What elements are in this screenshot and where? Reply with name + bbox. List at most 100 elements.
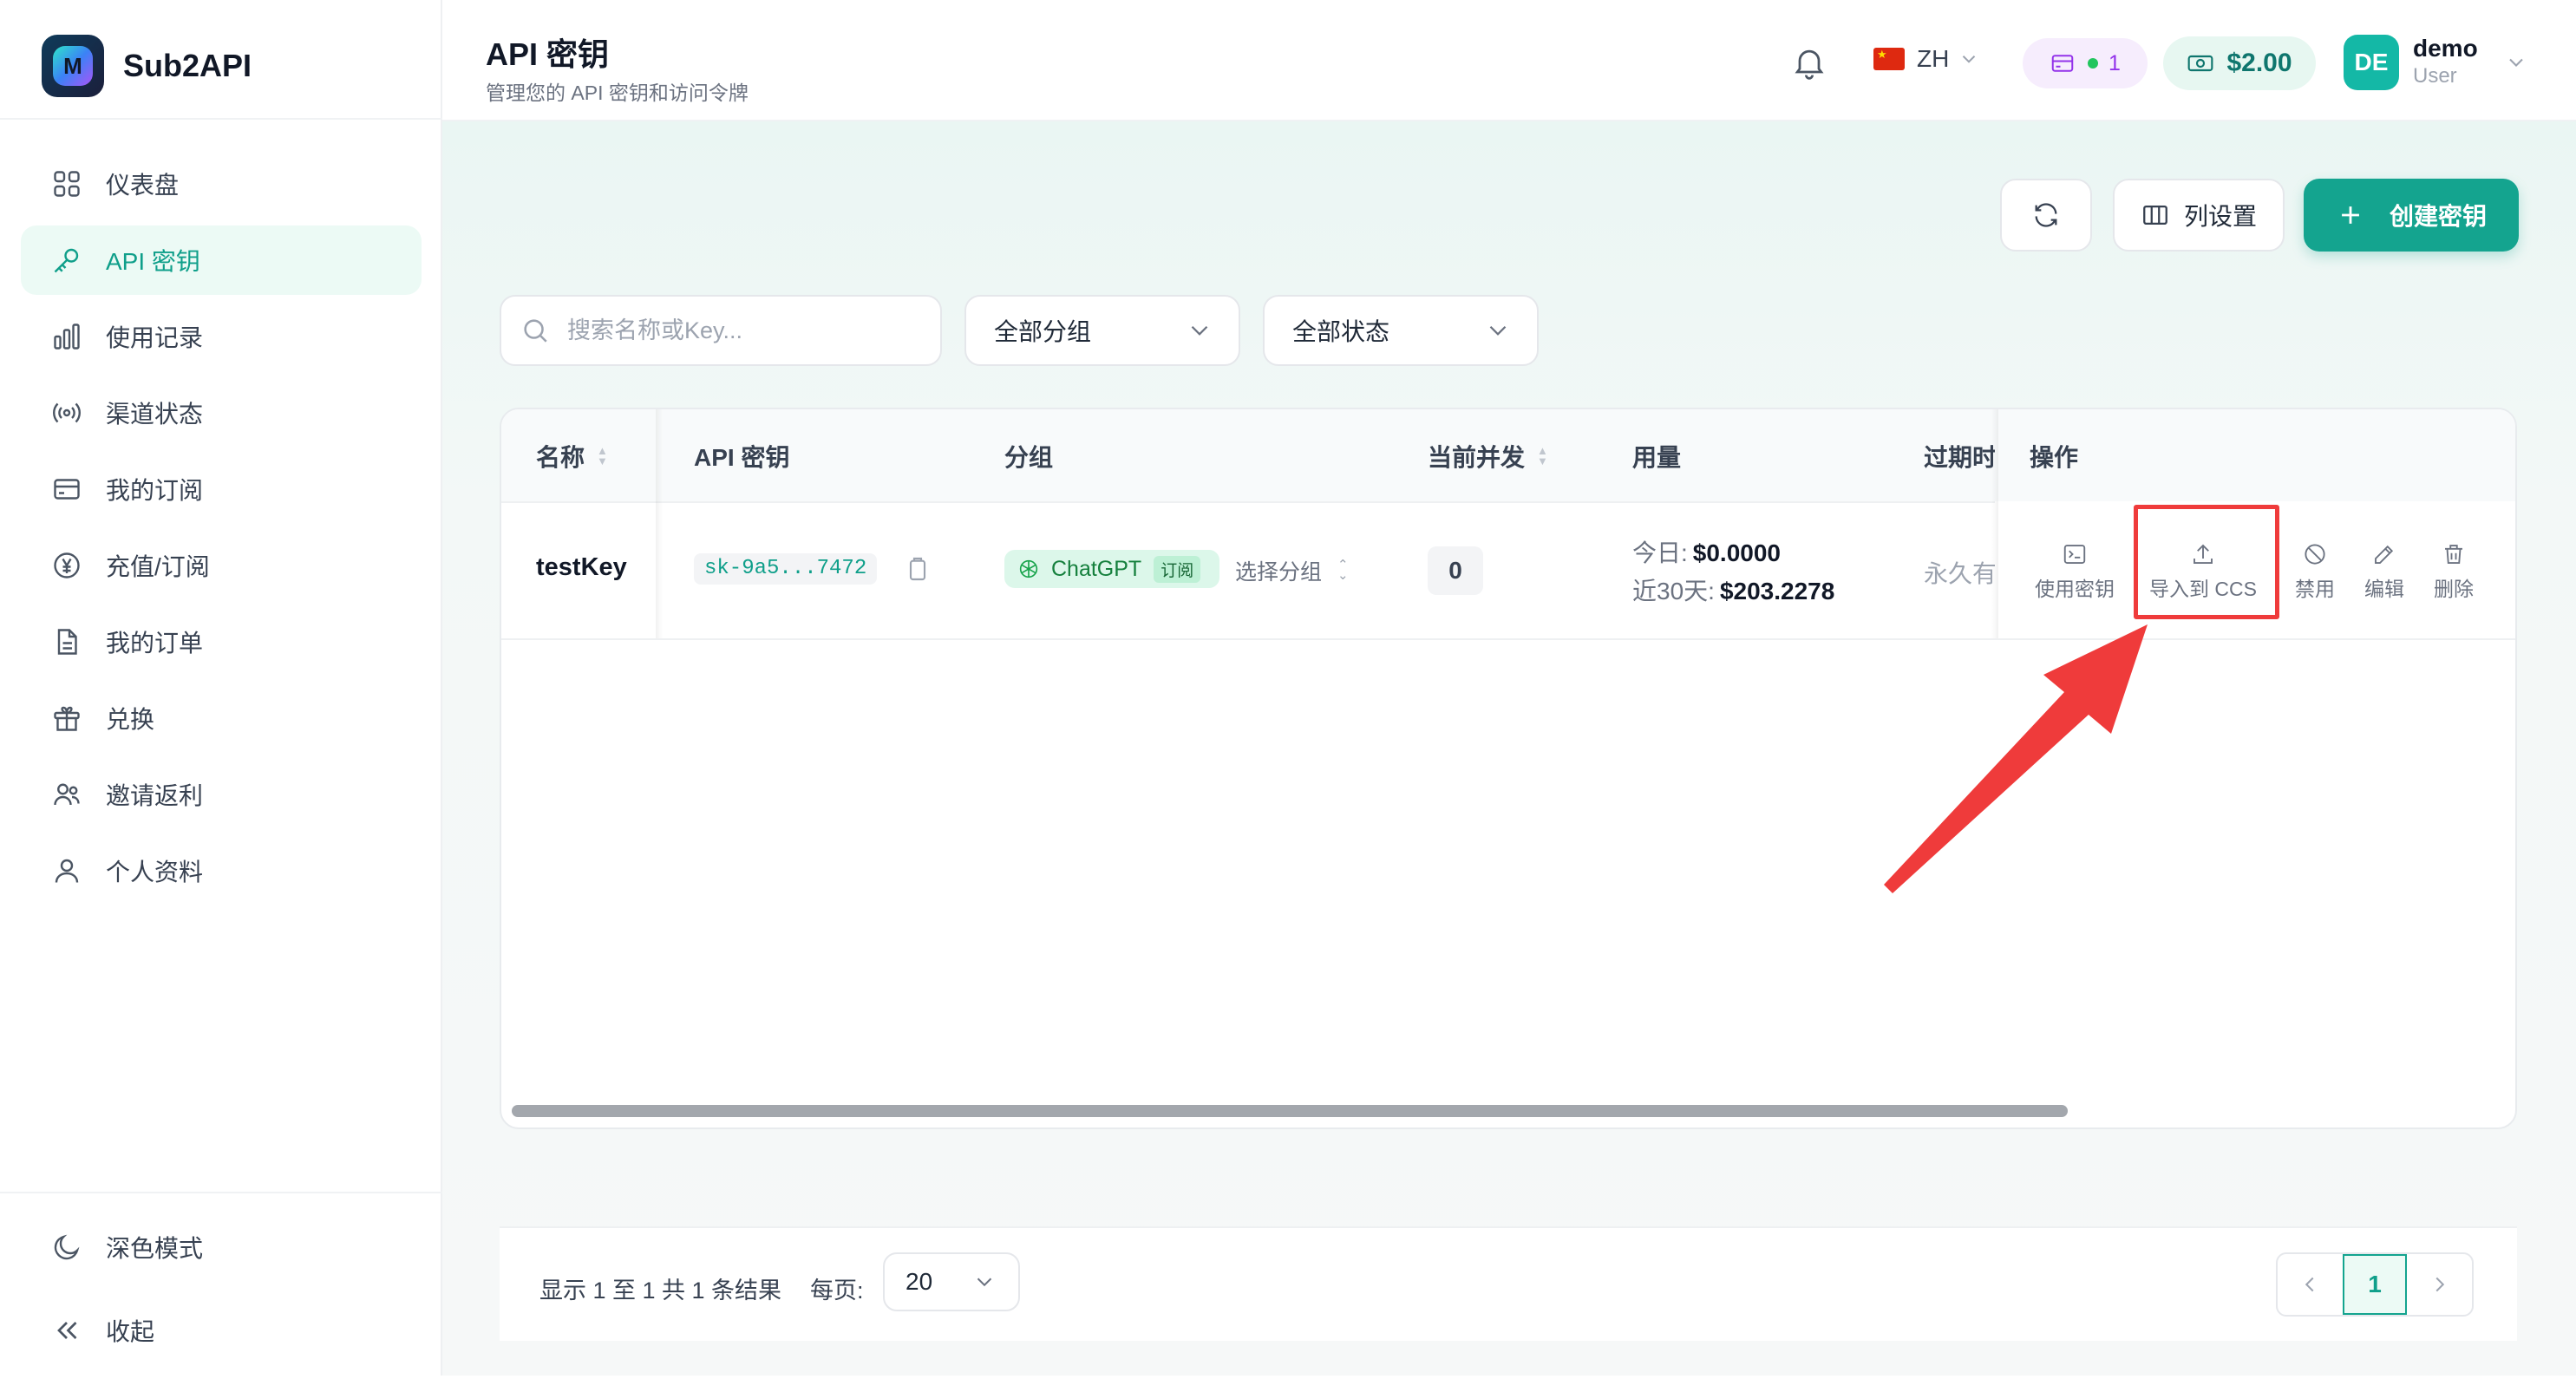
notification-bell-icon[interactable] (1790, 43, 1828, 82)
user-menu[interactable]: DE demo User (2344, 35, 2528, 90)
brand-logo-icon: M (42, 35, 104, 97)
sidebar-item-orders[interactable]: 我的订单 (21, 607, 422, 676)
status-dot (2088, 58, 2099, 69)
usage-today: 今日: $0.0000 (1632, 534, 1834, 572)
disable-button[interactable]: 禁用 (2295, 541, 2335, 602)
use-key-button[interactable]: 使用密钥 (2035, 541, 2115, 602)
brand-name: Sub2API (123, 48, 252, 83)
page-navigation: 1 (2276, 1252, 2474, 1317)
chevron-down-icon (1191, 325, 1208, 336)
chevron-right-icon (2435, 1277, 2444, 1292)
page-number-button[interactable]: 1 (2342, 1254, 2408, 1315)
bar-chart-icon (50, 320, 83, 353)
sidebar-item-label: 兑换 (106, 706, 155, 733)
app: M Sub2API 仪表盘 API 密钥 使用记录 渠道状态 我的订阅 充值/订… (0, 0, 2576, 1376)
sidebar-item-dashboard[interactable]: 仪表盘 (21, 149, 422, 219)
sidebar-item-label: 仪表盘 (106, 172, 180, 199)
divider (0, 118, 442, 120)
user-info: demo User (2413, 35, 2478, 90)
card-icon (2051, 55, 2074, 72)
edit-button[interactable]: 编辑 (2364, 541, 2404, 602)
per-page-label: 每页: (810, 1278, 864, 1304)
sidebar-item-recharge[interactable]: 充值/订阅 (21, 531, 422, 600)
column-header-label: 名称 (536, 444, 585, 471)
group-filter-select[interactable]: 全部分组 (964, 295, 1240, 366)
brand-logo-letter: M (53, 46, 93, 86)
columns-icon (2143, 205, 2167, 225)
refresh-button[interactable] (2000, 179, 2092, 252)
delete-button[interactable]: 删除 (2434, 541, 2474, 602)
sidebar-item-label: 我的订阅 (106, 477, 204, 504)
usage-30d: 近30天: $203.2278 (1632, 572, 1834, 611)
moon-icon (50, 1231, 83, 1264)
pagination-bar: 显示 1 至 1 共 1 条结果 每页: 20 1 (500, 1226, 2517, 1341)
ban-icon (2305, 544, 2325, 565)
column-settings-button[interactable]: 列设置 (2113, 179, 2285, 252)
avatar: DE (2344, 35, 2399, 90)
users-icon (50, 778, 83, 811)
chevron-down-icon (1963, 56, 1976, 63)
group-select-dropdown[interactable]: 选择分组 ⌃ ⌄ (1235, 555, 1349, 586)
horizontal-scrollbar[interactable] (501, 1100, 2515, 1121)
terminal-icon (2063, 545, 2086, 564)
api-key-value: sk-9a5...7472 (694, 553, 878, 585)
column-header-actions: 操作 (2030, 439, 2078, 474)
sidebar-item-profile[interactable]: 个人资料 (21, 836, 422, 905)
search-input[interactable] (566, 316, 916, 345)
sidebar-item-subscriptions[interactable]: 我的订阅 (21, 454, 422, 524)
column-header-label: 用量 (1632, 444, 1682, 471)
subscription-badge[interactable]: 1 (2023, 38, 2148, 88)
chevron-down-icon (2508, 58, 2523, 67)
brand[interactable]: M Sub2API (42, 35, 252, 97)
sidebar-item-redeem[interactable]: 兑换 (21, 683, 422, 753)
column-header-label: 分组 (1004, 444, 1054, 471)
group-name: ChatGPT (1051, 556, 1142, 581)
column-header-concurrency[interactable]: 当前并发 ▲ ▼ (1428, 439, 1548, 474)
gift-icon (50, 702, 83, 735)
delete-label: 删除 (2434, 578, 2474, 600)
group-filter-value: 全部分组 (994, 318, 1092, 345)
sidebar-item-api-keys[interactable]: API 密钥 (21, 225, 422, 295)
subscription-count: 1 (2109, 50, 2121, 75)
sidebar-item-referral[interactable]: 邀请返利 (21, 760, 422, 829)
user-icon (50, 854, 83, 887)
key-name: testKey (536, 553, 627, 581)
usage-30d-label: 近30天: (1632, 578, 1715, 605)
language-selector[interactable]: ZH (1873, 45, 1980, 73)
column-header-name[interactable]: 名称 ▲ ▼ (536, 439, 608, 474)
divider (0, 1192, 442, 1193)
prev-page-button[interactable] (2278, 1254, 2343, 1315)
chevron-down-icon (977, 1278, 992, 1287)
signal-icon (50, 396, 83, 429)
use-key-label: 使用密钥 (2035, 578, 2115, 600)
yen-icon (50, 549, 83, 582)
china-flag-icon (1873, 48, 1905, 70)
pagination-info: 显示 1 至 1 共 1 条结果 (539, 1278, 782, 1304)
per-page-select[interactable]: 20 (883, 1252, 1020, 1311)
chevron-down-icon (1489, 325, 1507, 336)
create-key-button[interactable]: 创建密钥 (2304, 179, 2519, 252)
sidebar-item-label: 使用记录 (106, 324, 204, 351)
column-header-group: 分组 (1004, 439, 1053, 474)
column-header-usage: 用量 (1632, 439, 1681, 474)
dark-mode-toggle[interactable]: 深色模式 (21, 1212, 422, 1282)
collapse-sidebar-button[interactable]: 收起 (21, 1296, 422, 1365)
balance-badge[interactable]: $2.00 (2163, 36, 2316, 90)
column-header-key: API 密钥 (694, 439, 789, 474)
sidebar-item-usage[interactable]: 使用记录 (21, 302, 422, 371)
scrollbar-thumb[interactable] (512, 1105, 2068, 1117)
sidebar-item-channel-status[interactable]: 渠道状态 (21, 378, 422, 448)
sidebar-nav: 仪表盘 API 密钥 使用记录 渠道状态 我的订阅 充值/订阅 我的订单 兑换 … (21, 149, 422, 912)
concurrency-value: 0 (1428, 546, 1483, 595)
trash-icon (2445, 545, 2462, 564)
search-box[interactable] (500, 295, 942, 366)
sidebar-item-label: 充值/订阅 (106, 553, 210, 580)
next-page-button[interactable] (2407, 1254, 2472, 1315)
column-header-label: 当前并发 (1428, 444, 1526, 471)
actions-header: 操作 (1995, 409, 2515, 500)
usage-cell: 今日: $0.0000 近30天: $203.2278 (1632, 534, 1834, 611)
group-select-label: 选择分组 (1235, 560, 1323, 585)
sidebar-item-label: 个人资料 (106, 859, 204, 886)
status-filter-select[interactable]: 全部状态 (1263, 295, 1539, 366)
clipboard-icon[interactable] (904, 555, 932, 583)
